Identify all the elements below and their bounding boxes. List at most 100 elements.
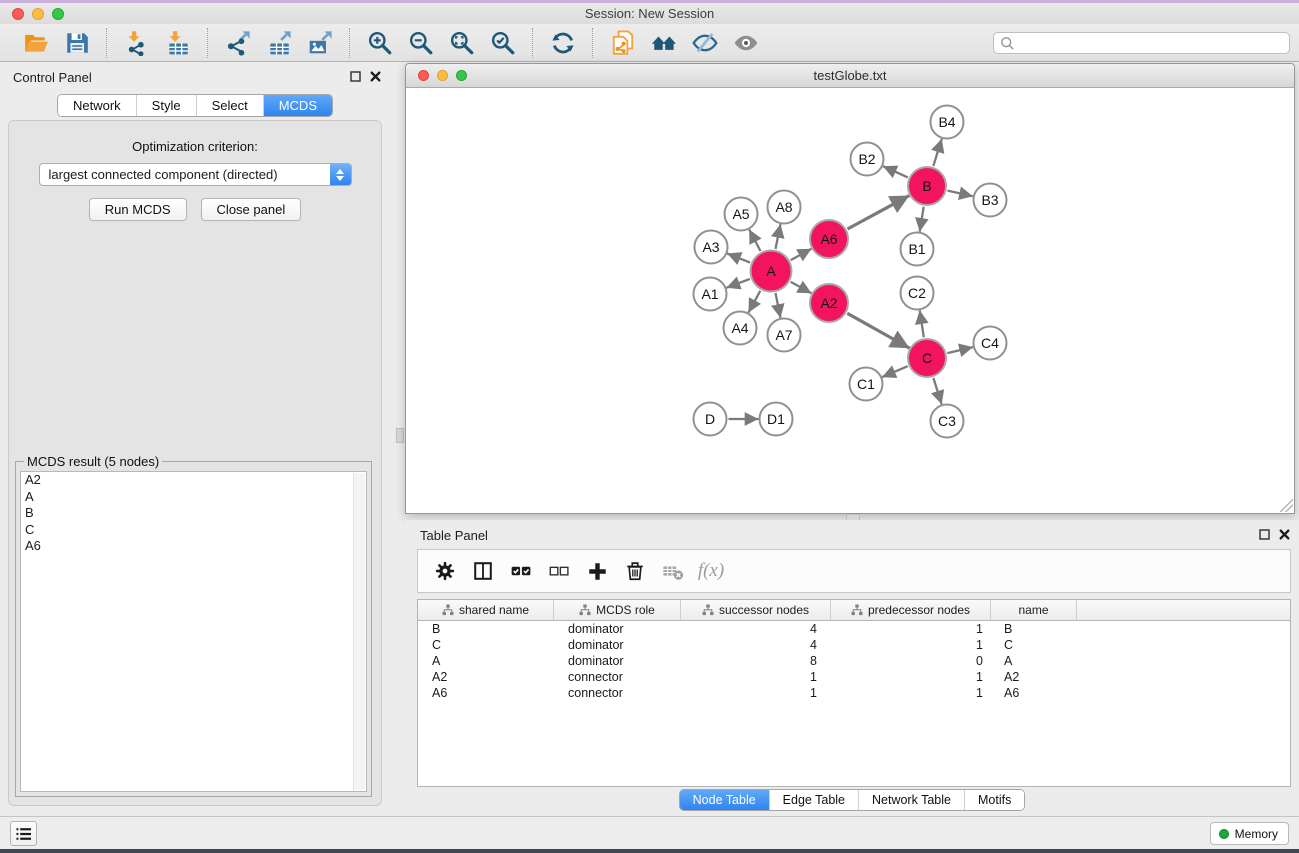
cell[interactable]: A2	[991, 669, 1077, 685]
cell[interactable]: A	[991, 653, 1077, 669]
float-table-panel-icon[interactable]	[1258, 528, 1271, 541]
close-table-panel-icon[interactable]	[1278, 528, 1291, 541]
deselect-all-button[interactable]	[540, 553, 578, 589]
home-network-button[interactable]	[643, 26, 684, 60]
result-item[interactable]: A2	[21, 472, 366, 489]
edge-B-B1[interactable]	[920, 207, 924, 232]
refresh-button[interactable]	[542, 26, 583, 60]
edge-A-A6[interactable]	[791, 249, 812, 260]
node-A6[interactable]: A6	[810, 220, 848, 258]
node-B3[interactable]: B3	[974, 184, 1007, 217]
node-B1[interactable]: B1	[901, 233, 934, 266]
cell[interactable]: A	[418, 653, 554, 669]
cell[interactable]: connector	[554, 669, 681, 685]
cell[interactable]: A6	[418, 685, 554, 701]
node-D[interactable]: D	[694, 403, 727, 436]
cell[interactable]: dominator	[554, 621, 681, 637]
edge-C-C4[interactable]	[947, 347, 973, 353]
edge-A-A8[interactable]	[776, 224, 781, 249]
select-all-button[interactable]	[502, 553, 540, 589]
result-item[interactable]: A6	[21, 538, 366, 555]
edge-C-C1[interactable]	[882, 366, 908, 377]
cell[interactable]: B	[418, 621, 554, 637]
node-C4[interactable]: C4	[974, 327, 1007, 360]
node-C[interactable]: C	[908, 339, 946, 377]
cell[interactable]: 0	[831, 653, 991, 669]
eye-button[interactable]	[725, 26, 766, 60]
run-mcds-button[interactable]: Run MCDS	[89, 198, 187, 221]
node-A7[interactable]: A7	[768, 319, 801, 352]
cell[interactable]: 1	[681, 669, 831, 685]
save-session-button[interactable]	[56, 26, 97, 60]
node-B[interactable]: B	[908, 167, 946, 205]
column-header-MCDS-role[interactable]: MCDS role	[554, 600, 681, 620]
edge-A-A2[interactable]	[791, 282, 812, 293]
window-resize-grip[interactable]	[1280, 499, 1293, 512]
zoom-out-button[interactable]	[400, 26, 441, 60]
create-column-button[interactable]	[578, 553, 616, 589]
node-B2[interactable]: B2	[851, 143, 884, 176]
cell[interactable]: 4	[681, 621, 831, 637]
search-input[interactable]	[1019, 36, 1283, 51]
show-columns-button[interactable]	[464, 553, 502, 589]
edge-C-C2[interactable]	[920, 310, 924, 337]
cell[interactable]: C	[418, 637, 554, 653]
result-item[interactable]: A	[21, 489, 366, 506]
criterion-dropdown[interactable]: largest connected component (directed)	[39, 163, 352, 186]
cell[interactable]: dominator	[554, 653, 681, 669]
cell[interactable]: 4	[681, 637, 831, 653]
node-A1[interactable]: A1	[694, 278, 727, 311]
node-A5[interactable]: A5	[725, 198, 758, 231]
cell[interactable]: A2	[418, 669, 554, 685]
import-table-button[interactable]	[157, 26, 198, 60]
edge-B-B3[interactable]	[948, 191, 973, 197]
result-scrollbar[interactable]	[353, 473, 365, 790]
table-row[interactable]: Cdominator41C	[418, 637, 1290, 653]
tab-select[interactable]: Select	[196, 95, 263, 116]
cell[interactable]: C	[991, 637, 1077, 653]
edge-A-A1[interactable]	[726, 279, 750, 288]
table-row[interactable]: A2connector11A2	[418, 669, 1290, 685]
column-header-predecessor-nodes[interactable]: predecessor nodes	[831, 600, 991, 620]
cell[interactable]: B	[991, 621, 1077, 637]
zoom-selected-button[interactable]	[482, 26, 523, 60]
cell[interactable]: 1	[681, 685, 831, 701]
edge-A-A3[interactable]	[727, 254, 750, 263]
settings-button[interactable]	[426, 553, 464, 589]
node-A4[interactable]: A4	[724, 312, 757, 345]
session-document-button[interactable]	[602, 26, 643, 60]
node-A2[interactable]: A2	[810, 284, 848, 322]
edge-A-A7[interactable]	[776, 293, 781, 318]
tab-motifs[interactable]: Motifs	[964, 790, 1024, 810]
export-table-button[interactable]	[258, 26, 299, 60]
cell[interactable]: A6	[991, 685, 1077, 701]
edge-B-B4[interactable]	[933, 139, 942, 166]
result-item[interactable]: B	[21, 505, 366, 522]
node-C2[interactable]: C2	[901, 277, 934, 310]
cell[interactable]: dominator	[554, 637, 681, 653]
column-header-name[interactable]: name	[991, 600, 1077, 620]
cell[interactable]: 1	[831, 637, 991, 653]
tab-network-table[interactable]: Network Table	[858, 790, 964, 810]
float-panel-icon[interactable]	[349, 70, 362, 83]
node-B4[interactable]: B4	[931, 106, 964, 139]
node-C3[interactable]: C3	[931, 405, 964, 438]
network-canvas[interactable]: B4B2BB3B1A5A8A6A3AA1A2C2A4A7C4CC1C3DD1	[406, 89, 1294, 513]
export-image-button[interactable]	[299, 26, 340, 60]
node-C1[interactable]: C1	[850, 368, 883, 401]
tab-style[interactable]: Style	[136, 95, 196, 116]
edge-A-A4[interactable]	[748, 291, 760, 313]
cell[interactable]: 1	[831, 685, 991, 701]
eye-slash-button[interactable]	[684, 26, 725, 60]
edge-A-A5[interactable]	[749, 230, 760, 252]
cell[interactable]: 1	[831, 621, 991, 637]
export-network-button[interactable]	[217, 26, 258, 60]
column-header-successor-nodes[interactable]: successor nodes	[681, 600, 831, 620]
tab-mcds[interactable]: MCDS	[263, 95, 332, 116]
memory-button[interactable]: Memory	[1210, 822, 1289, 845]
edge-B-B2[interactable]	[883, 166, 908, 177]
edge-C-C3[interactable]	[933, 378, 941, 404]
cell[interactable]: 1	[831, 669, 991, 685]
zoom-in-button[interactable]	[359, 26, 400, 60]
column-header-shared-name[interactable]: shared name	[418, 600, 554, 620]
